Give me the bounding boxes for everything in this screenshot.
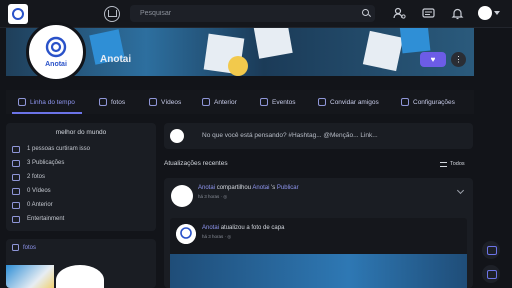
tab-label: Anterior [214, 98, 237, 106]
cover-cube [362, 30, 404, 72]
cover-image[interactable] [170, 254, 467, 288]
anotai-logo-icon [45, 36, 67, 58]
post-author-link[interactable]: Anotai [198, 185, 215, 191]
search-bar [130, 5, 375, 22]
tab-label: Vídeos [161, 98, 182, 106]
tab-label: Configurações [413, 98, 455, 106]
chevron-down-icon[interactable] [494, 11, 500, 15]
about-row-text: Entertainment [27, 216, 65, 222]
about-row-text: 1 pessoas curtiram isso [27, 146, 91, 152]
site-logo[interactable] [8, 4, 28, 24]
post-header: Anotai compartilhou Anotai 's Publicar [198, 185, 299, 191]
feed-post: Anotai compartilhou Anotai 's Publicar h… [164, 178, 473, 288]
photos-card-label: fotos [23, 244, 37, 251]
video-icon [12, 187, 20, 195]
more-options-button[interactable]: ⋮ [451, 52, 466, 67]
post-target-suffix: 's [271, 185, 276, 191]
messages-icon[interactable] [422, 7, 435, 20]
profile-logo-label: Anotai [45, 61, 67, 68]
tab-invite-friends[interactable]: Convidar amigos [318, 90, 379, 114]
photo-icon [12, 173, 20, 181]
about-row-text: 0 Vídeos [27, 188, 51, 194]
anotai-logo-icon[interactable] [176, 224, 196, 244]
about-row-text: 0 Anterior [27, 202, 53, 208]
tab-label: Linha do tempo [30, 98, 75, 106]
photos-card: fotos [6, 239, 156, 288]
about-row-posts: 3 Publicações [12, 157, 64, 169]
post-action: compartilhou [216, 185, 252, 191]
post-object-link[interactable]: Publicar [277, 185, 299, 191]
avatar[interactable] [478, 6, 492, 20]
notifications-icon[interactable] [451, 7, 464, 20]
shared-post-header: Anotai atualizou a foto de capa [202, 225, 284, 231]
composer-placeholder[interactable]: No que você está pensando? #Hashtag... @… [202, 132, 378, 139]
tab-label: Convidar amigos [330, 98, 379, 106]
chevron-down-icon[interactable] [456, 186, 465, 195]
tab-label: fotos [111, 98, 126, 106]
tab-label: Eventos [272, 98, 296, 106]
avatar[interactable] [171, 185, 193, 207]
search-input[interactable] [140, 5, 340, 22]
post-target-link[interactable]: Anotai [252, 185, 269, 191]
photo-icon [99, 98, 107, 106]
photo-icon [12, 244, 19, 251]
cover-cube [399, 28, 431, 54]
profile-picture[interactable]: Anotai [26, 22, 86, 82]
feed-filter-dropdown[interactable]: Todos [440, 158, 465, 170]
logo-icon [12, 8, 24, 20]
tab-videos[interactable]: Vídeos [149, 90, 181, 114]
avatar [170, 129, 184, 143]
search-icon[interactable] [362, 9, 369, 16]
tag-icon [12, 215, 20, 223]
tab-photos[interactable]: fotos [99, 90, 125, 114]
user-settings-icon[interactable] [393, 7, 406, 20]
settings-icon [401, 98, 409, 106]
cover-cube [228, 56, 248, 76]
star-icon [12, 201, 20, 209]
about-row-previous[interactable]: 0 Anterior [12, 199, 53, 211]
about-row-videos[interactable]: 0 Vídeos [12, 185, 51, 197]
about-row-text: 2 fotos [27, 174, 46, 180]
photo-thumbnail[interactable] [56, 265, 104, 288]
shared-post-action: atualizou a foto de capa [220, 225, 285, 231]
cover-cube [253, 28, 293, 59]
profile-tabs: Linha do tempo fotos Vídeos Anterior Eve… [6, 90, 474, 114]
about-row-photos[interactable]: 2 fotos [12, 171, 45, 183]
tab-timeline[interactable]: Linha do tempo [12, 90, 82, 114]
tab-events[interactable]: Eventos [260, 90, 296, 114]
shared-post-meta: há 3 horas · ◎ [202, 234, 232, 239]
about-card: melhor do mundo 1 pessoas curtiram isso … [6, 123, 156, 231]
like-page-button[interactable]: ♥ [420, 52, 446, 67]
page-name: Anotai [100, 54, 132, 65]
shared-post: Anotai atualizou a foto de capa há 3 hor… [170, 218, 467, 288]
tab-previous[interactable]: Anterior [202, 90, 237, 114]
filter-icon [440, 161, 447, 167]
video-icon [149, 98, 157, 106]
recent-updates-label: Atualizações recentes [164, 160, 228, 167]
settings-icon[interactable] [482, 265, 500, 283]
about-title: melhor do mundo [55, 129, 107, 136]
shared-post-author-link[interactable]: Anotai [202, 225, 219, 231]
photos-card-title[interactable]: fotos [12, 244, 36, 251]
about-row-category: Entertainment [12, 213, 64, 225]
calendar-icon [260, 98, 268, 106]
post-composer[interactable]: No que você está pensando? #Hashtag... @… [164, 123, 473, 149]
timeline-icon [18, 98, 26, 106]
photo-thumbnail[interactable] [6, 265, 54, 288]
home-icon[interactable] [104, 6, 120, 22]
about-row-likes: 1 pessoas curtiram isso [12, 143, 90, 155]
invite-icon [318, 98, 326, 106]
about-row-text: 3 Publicações [27, 160, 65, 166]
post-meta: há 3 horas · ◎ [198, 194, 228, 199]
tab-settings[interactable]: Configurações [401, 90, 455, 114]
filter-label: Todos [450, 161, 465, 167]
chat-icon[interactable] [482, 241, 500, 259]
star-icon [202, 98, 210, 106]
likes-icon [12, 145, 20, 153]
top-navbar [0, 0, 512, 28]
posts-icon [12, 159, 20, 167]
